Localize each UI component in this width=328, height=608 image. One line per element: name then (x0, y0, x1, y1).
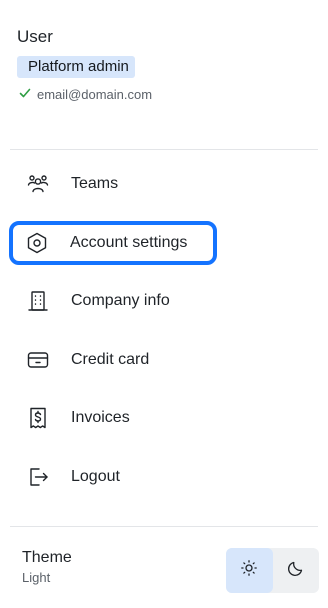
sun-icon (240, 559, 258, 582)
menu-item-label: Credit card (71, 351, 150, 368)
role-badge: Platform admin (17, 56, 135, 78)
theme-setting: Theme Light (22, 548, 72, 585)
credit-card-icon (25, 347, 51, 373)
menu-item-logout[interactable]: Logout (10, 455, 120, 499)
user-email: email@domain.com (37, 87, 153, 102)
light-theme-button[interactable] (226, 548, 273, 593)
dark-theme-button[interactable] (273, 548, 320, 593)
theme-title: Theme (22, 549, 72, 566)
menu-item-label: Teams (71, 175, 119, 192)
user-header: User Platform admin email@domain.com (17, 26, 318, 102)
menu-item-credit-card[interactable]: Credit card (10, 338, 149, 382)
menu-item-teams[interactable]: Teams (10, 162, 118, 206)
menu-item-label: Logout (71, 468, 120, 485)
check-icon (17, 87, 37, 102)
logout-icon (25, 464, 51, 490)
users-group-icon (25, 171, 51, 197)
receipt-dollar-icon (25, 405, 51, 431)
menu-item-label: Company info (71, 292, 170, 309)
hexagon-settings-icon (24, 230, 50, 256)
menu-item-account-settings[interactable]: Account settings (9, 221, 217, 265)
menu-item-label: Invoices (71, 409, 130, 426)
divider (10, 149, 318, 150)
user-name: User (17, 27, 53, 46)
building-icon (25, 288, 51, 314)
divider (10, 526, 318, 527)
menu-item-invoices[interactable]: Invoices (10, 396, 130, 440)
theme-toggle (226, 548, 319, 593)
account-menu-panel: User Platform admin email@domain.com Tea… (0, 0, 328, 608)
email-row: email@domain.com (17, 87, 318, 102)
moon-icon (287, 559, 305, 582)
menu-item-label: Account settings (70, 234, 188, 251)
theme-current-value: Light (22, 570, 51, 585)
menu-item-company-info[interactable]: Company info (10, 279, 170, 323)
